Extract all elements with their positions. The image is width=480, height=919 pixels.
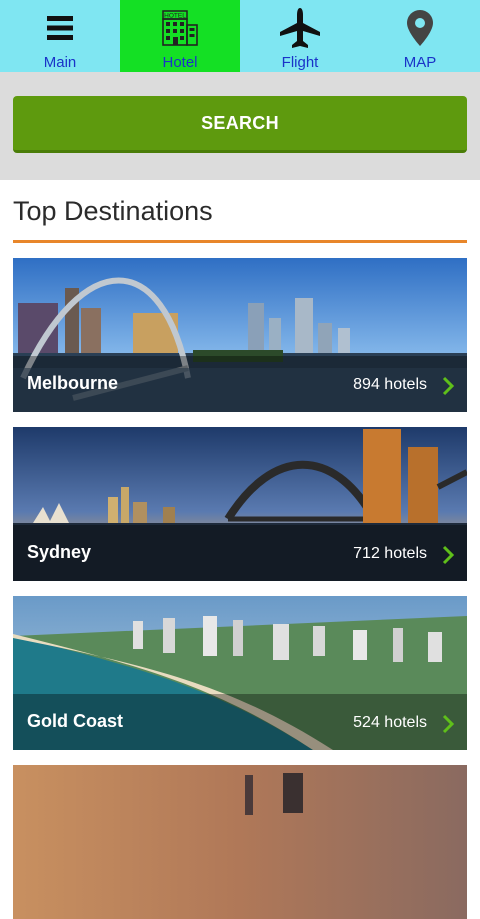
hotel-icon: HOTEL [160, 8, 200, 48]
destination-name: Gold Coast [27, 711, 124, 731]
nav-label-map: MAP [403, 54, 437, 71]
hotel-count: 712 hotels [353, 545, 427, 562]
nav-tab-main[interactable]: Main [0, 0, 120, 72]
section-title: Top Destinations [13, 196, 213, 226]
chevron-right-icon [442, 714, 455, 734]
destination-card-gold-coast[interactable]: Gold Coast 524 hotels [13, 596, 467, 750]
destination-photo [13, 765, 467, 919]
menu-icon [47, 8, 73, 48]
destination-name: Sydney [27, 542, 92, 562]
top-nav: Main HOTEL Hotel Flight MAP [0, 0, 480, 72]
search-button[interactable]: SEARCH [13, 96, 467, 153]
destination-name: Melbourne [27, 373, 119, 393]
chevron-right-icon [442, 545, 455, 565]
destination-card-melbourne[interactable]: Melbourne 894 hotels [13, 258, 467, 412]
nav-label-main: Main [43, 54, 77, 71]
destination-card-sydney[interactable]: Sydney 712 hotels [13, 427, 467, 581]
nav-tab-hotel[interactable]: HOTEL Hotel [120, 0, 240, 72]
chevron-right-icon [442, 376, 455, 396]
nav-label-flight: Flight [281, 54, 319, 71]
section-divider [13, 240, 467, 243]
map-pin-icon [406, 8, 434, 48]
destination-card-next[interactable] [13, 765, 467, 919]
hotel-count: 894 hotels [353, 376, 427, 393]
nav-tab-flight[interactable]: Flight [240, 0, 360, 72]
nav-label-hotel: Hotel [162, 54, 198, 71]
hotel-count: 524 hotels [353, 714, 427, 731]
airplane-icon [278, 8, 322, 48]
nav-tab-map[interactable]: MAP [360, 0, 480, 72]
search-panel: SEARCH [0, 72, 480, 180]
